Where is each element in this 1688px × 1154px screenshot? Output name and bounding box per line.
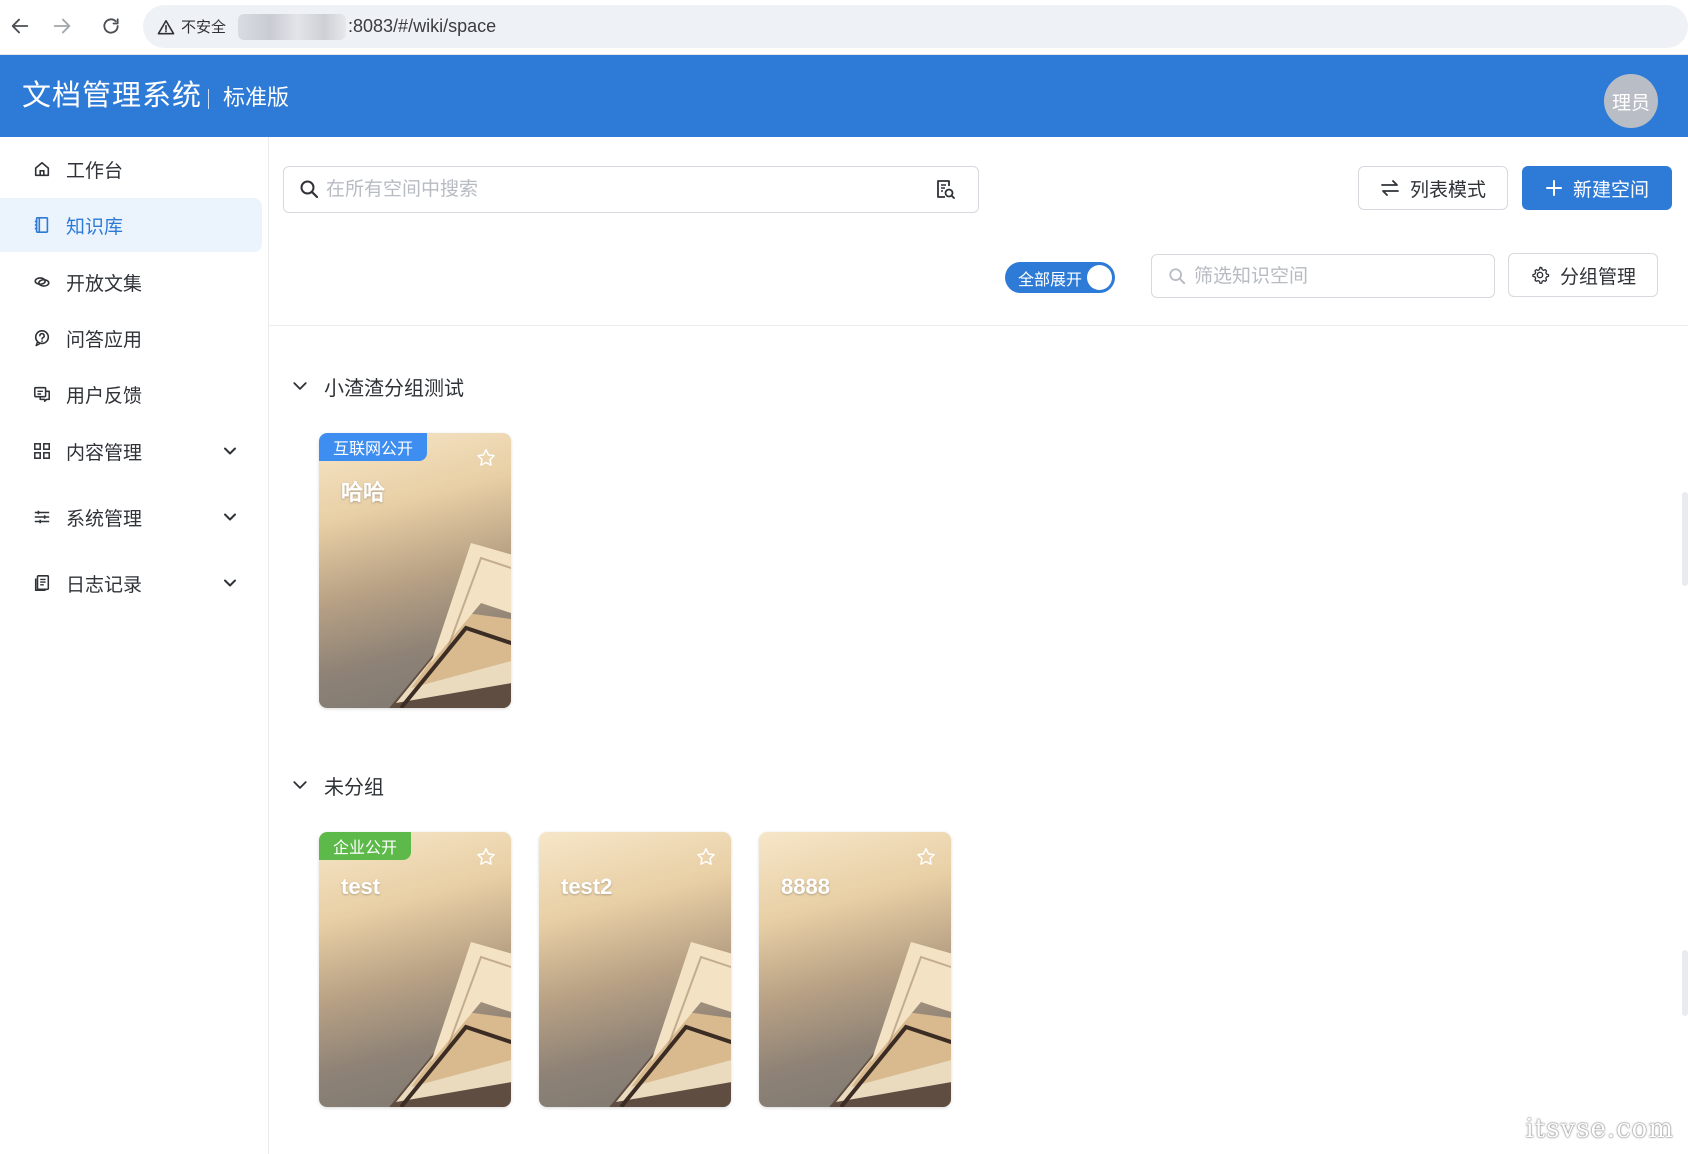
group-name: 未分组	[324, 776, 384, 799]
sidebar-item-label: 系统管理	[66, 508, 143, 530]
new-space-button[interactable]: 新建空间	[1522, 166, 1672, 210]
grid-icon	[32, 441, 52, 461]
chevron-down-icon[interactable]	[290, 376, 310, 396]
sidebar-item-label: 工作台	[66, 160, 124, 182]
toolbar-divider	[269, 325, 1688, 326]
search-icon	[1168, 267, 1186, 290]
app-title: 文档管理系统	[22, 80, 203, 112]
star-icon[interactable]	[475, 846, 497, 873]
star-icon[interactable]	[475, 447, 497, 474]
warning-icon	[157, 19, 175, 34]
chevron-down-icon[interactable]	[222, 443, 238, 459]
arrow-left-icon	[11, 18, 29, 34]
home-icon	[32, 159, 52, 179]
filter-input[interactable]	[1192, 262, 1486, 292]
qa-icon	[32, 328, 52, 348]
new-space-label: 新建空间	[1572, 179, 1649, 201]
space-card[interactable]: 8888	[759, 832, 951, 1107]
book-illustration	[609, 942, 731, 1107]
plus-icon	[1545, 179, 1563, 197]
expand-all-label: 全部展开	[1018, 271, 1083, 289]
chevron-down-icon[interactable]	[290, 775, 310, 795]
space-card-title: 8888	[781, 874, 830, 899]
group-header[interactable]: 小渣渣分组测试	[290, 371, 464, 401]
scrollbar[interactable]	[1682, 950, 1688, 1016]
filter-spaces	[1151, 254, 1495, 298]
sidebar: 工作台 知识库 开放文集 问答应用 用户反馈 内容管理 系统管理 日志记录	[0, 137, 269, 1154]
sliders-icon	[32, 507, 52, 527]
reload-icon	[103, 18, 119, 34]
book-illustration	[389, 942, 511, 1107]
log-icon	[32, 573, 52, 593]
security-indicator[interactable]: 不安全	[157, 16, 226, 37]
sidebar-item-label: 日志记录	[66, 574, 143, 596]
star-icon[interactable]	[695, 846, 717, 873]
sidebar-item-user-feedback[interactable]: 用户反馈	[0, 367, 262, 421]
group-name: 小渣渣分组测试	[324, 377, 464, 400]
sidebar-item-system-management[interactable]: 系统管理	[0, 490, 262, 544]
forward-button[interactable]	[44, 8, 80, 44]
avatar[interactable]: 理员	[1604, 74, 1658, 128]
space-card[interactable]: test2	[539, 832, 731, 1107]
sidebar-item-open-collections[interactable]: 开放文集	[0, 255, 262, 309]
group-header[interactable]: 未分组	[290, 770, 384, 800]
sidebar-item-label: 知识库	[66, 216, 124, 238]
scrollbar[interactable]	[1682, 492, 1688, 586]
toggle-knob	[1087, 265, 1112, 290]
expand-all-toggle[interactable]: 全部展开	[1005, 262, 1115, 293]
sidebar-item-workbench[interactable]: 工作台	[0, 142, 262, 196]
sidebar-item-content-management[interactable]: 内容管理	[0, 424, 262, 478]
gear-icon	[1530, 265, 1550, 285]
swap-icon	[1380, 179, 1400, 197]
visibility-badge: 企业公开	[319, 832, 412, 860]
arrow-right-icon	[53, 18, 71, 34]
watermark: itsvse.com	[1525, 1114, 1674, 1144]
book-illustration	[829, 942, 951, 1107]
sidebar-item-logs[interactable]: 日志记录	[0, 556, 262, 610]
redacted-host	[238, 13, 347, 40]
address-bar[interactable]: 不安全 ​:8083/#/wiki/space	[143, 5, 1688, 48]
space-card-title: 哈哈	[341, 480, 386, 505]
url-text: ​:8083/#/wiki/space	[348, 16, 497, 36]
search-input[interactable]	[324, 175, 908, 205]
sidebar-item-label: 用户反馈	[66, 385, 143, 407]
space-card[interactable]: 互联网公开 哈哈	[319, 433, 511, 708]
app-header: 文档管理系统 标准版 理员	[0, 55, 1688, 137]
list-mode-button[interactable]: 列表模式	[1358, 166, 1508, 210]
document-search-icon[interactable]	[934, 178, 956, 205]
group-manage-label: 分组管理	[1559, 266, 1636, 288]
browser-toolbar: 不安全 ​:8083/#/wiki/space	[0, 0, 1688, 55]
space-card-title: test	[341, 874, 381, 899]
group-manage-button[interactable]: 分组管理	[1508, 253, 1658, 297]
sidebar-item-label: 开放文集	[66, 273, 143, 295]
star-icon[interactable]	[915, 846, 937, 873]
title-separator	[208, 89, 209, 109]
global-search	[283, 166, 979, 213]
chevron-down-icon[interactable]	[222, 509, 238, 525]
sidebar-item-label: 内容管理	[66, 442, 143, 464]
reload-button[interactable]	[93, 8, 129, 44]
sidebar-item-qa-app[interactable]: 问答应用	[0, 311, 262, 365]
space-card-title: test2	[561, 874, 613, 899]
back-button[interactable]	[2, 8, 38, 44]
feedback-icon	[32, 384, 52, 404]
list-mode-label: 列表模式	[1409, 179, 1486, 201]
book-illustration	[389, 543, 511, 708]
book-icon	[32, 215, 52, 235]
chevron-down-icon[interactable]	[222, 575, 238, 591]
edition-label: 标准版	[223, 85, 290, 110]
link-icon	[32, 272, 52, 292]
space-card[interactable]: 企业公开 test	[319, 832, 511, 1107]
sidebar-item-label: 问答应用	[66, 329, 143, 351]
security-label: 不安全	[181, 19, 227, 36]
sidebar-item-knowledge-base[interactable]: 知识库	[0, 198, 262, 252]
search-icon	[299, 179, 319, 204]
visibility-badge: 互联网公开	[319, 433, 428, 461]
